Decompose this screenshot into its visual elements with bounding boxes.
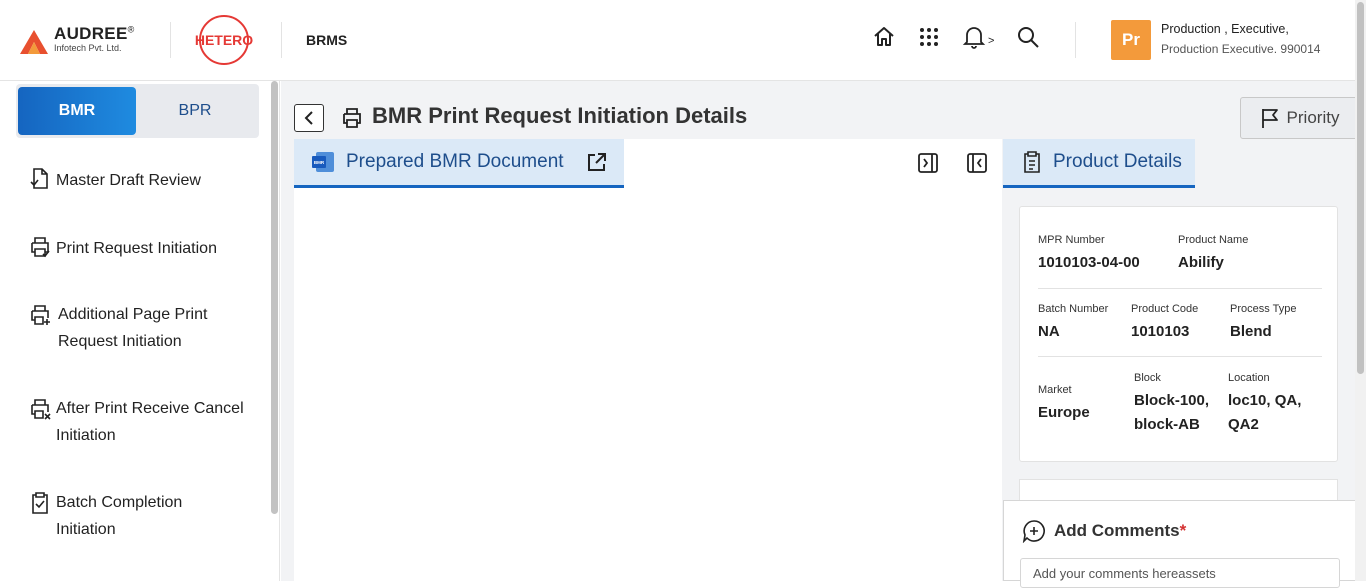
sidebar-item-label: Master Draft Review bbox=[56, 172, 201, 189]
comments-input[interactable] bbox=[1020, 558, 1340, 588]
mpr-number-value: 1010103-04-00 bbox=[1038, 254, 1140, 271]
batch-number-value: NA bbox=[1038, 323, 1060, 340]
company-name: AUDREE bbox=[54, 24, 128, 43]
product-name-label: Product Name bbox=[1178, 234, 1249, 246]
field-divider bbox=[1038, 288, 1322, 289]
location-value-line: loc10, QA, bbox=[1228, 392, 1302, 409]
chevron-left-icon bbox=[304, 111, 313, 125]
hetero-logo-mark-icon: HETERO bbox=[195, 15, 253, 65]
user-avatar[interactable]: Pr bbox=[1111, 20, 1151, 60]
company-subtitle: Infotech Pvt. Ltd. bbox=[54, 43, 122, 53]
notification-arrow: > bbox=[988, 35, 995, 47]
header-divider bbox=[170, 22, 171, 58]
word-file-label: BMR bbox=[314, 160, 325, 165]
back-button[interactable] bbox=[294, 104, 324, 132]
user-role: Production Executive. 990014 bbox=[1161, 42, 1321, 56]
market-value: Europe bbox=[1038, 404, 1090, 421]
page-title: BMR Print Request Initiation Details bbox=[372, 103, 748, 128]
document-check-icon bbox=[30, 168, 48, 189]
product-details-card: MPR Number 1010103-04-00 Product Name Ab… bbox=[1019, 206, 1338, 462]
sidebar-item-label: Initiation bbox=[56, 427, 116, 444]
sidebar-scrollbar[interactable] bbox=[271, 81, 278, 514]
market-label: Market bbox=[1038, 384, 1072, 396]
sidebar-item-master-draft-review[interactable]: Master Draft Review bbox=[28, 167, 201, 194]
product-name-value: Abilify bbox=[1178, 254, 1224, 271]
segment-bmr[interactable]: BMR bbox=[18, 87, 136, 135]
sidebar-item-additional-page-print[interactable]: Additional Page Print Request Initiation bbox=[28, 301, 207, 355]
header-divider bbox=[1075, 22, 1076, 58]
location-value: loc10, QA, QA2 bbox=[1228, 389, 1301, 437]
sidebar-item-label: Additional Page Print bbox=[58, 306, 208, 323]
apps-grid-icon[interactable] bbox=[916, 24, 942, 50]
product-code-label: Product Code bbox=[1131, 303, 1199, 315]
printer-check-icon bbox=[31, 237, 50, 258]
location-value-line: QA2 bbox=[1228, 416, 1259, 433]
process-type-value: Blend bbox=[1230, 323, 1272, 340]
sidebar-item-label: Batch Completion bbox=[56, 494, 183, 511]
collapse-left-icon[interactable] bbox=[966, 152, 988, 174]
sidebar-item-label: Initiation bbox=[56, 521, 116, 538]
clipboard-list-icon bbox=[1024, 151, 1040, 173]
batch-number-label: Batch Number bbox=[1038, 303, 1109, 315]
clipboard-check-icon bbox=[32, 492, 48, 514]
sidebar-item-label: Request Initiation bbox=[58, 333, 182, 350]
segment-bpr[interactable]: BPR bbox=[136, 87, 254, 135]
priority-label: Priority bbox=[1286, 108, 1340, 127]
process-type-label: Process Type bbox=[1230, 303, 1297, 315]
home-icon[interactable] bbox=[871, 24, 897, 50]
block-value-line: Block-100, bbox=[1134, 392, 1210, 409]
printer-plus-icon bbox=[31, 305, 50, 325]
block-value: Block-100, block-AB bbox=[1134, 389, 1209, 437]
main-content: BMR Print Request Initiation Details Pri… bbox=[281, 81, 1366, 588]
block-label: Block bbox=[1134, 372, 1161, 384]
hetero-logo: HETERO bbox=[192, 14, 256, 66]
printer-icon bbox=[343, 108, 361, 128]
hetero-logo-text: HETERO bbox=[195, 32, 253, 48]
document-tab-label: Prepared BMR Document bbox=[346, 151, 564, 172]
sidebar-item-after-print-receive-cancel[interactable]: After Print Receive Cancel Initiation bbox=[28, 395, 244, 449]
sidebar: BMR BPR Master Draft Review Print Reques… bbox=[0, 81, 280, 581]
search-icon[interactable] bbox=[1015, 24, 1041, 50]
location-label: Location bbox=[1228, 372, 1270, 384]
field-divider bbox=[1038, 356, 1322, 357]
user-name: Production , Executive, bbox=[1161, 22, 1289, 36]
tab-product-details[interactable]: Product Details bbox=[1003, 139, 1195, 188]
page-scrollbar[interactable] bbox=[1355, 0, 1366, 581]
header-divider bbox=[281, 22, 282, 58]
sidebar-item-batch-completion[interactable]: Batch Completion Initiation bbox=[28, 489, 182, 543]
audree-logo-mark-icon bbox=[20, 30, 48, 54]
document-viewer[interactable] bbox=[297, 188, 1002, 581]
page-scrollbar-thumb[interactable] bbox=[1357, 2, 1364, 374]
sidebar-item-label: Print Request Initiation bbox=[56, 240, 217, 257]
flag-icon bbox=[1261, 109, 1278, 128]
block-value-line: block-AB bbox=[1134, 416, 1200, 433]
bmr-bpr-toggle: BMR BPR bbox=[16, 84, 259, 138]
top-header: AUDREE® Infotech Pvt. Ltd. HETERO BRMS >… bbox=[0, 0, 1366, 81]
sidebar-item-print-request-initiation[interactable]: Print Request Initiation bbox=[28, 235, 217, 262]
printer-x-icon bbox=[31, 399, 51, 420]
comment-add-icon bbox=[1022, 520, 1045, 543]
collapse-right-icon[interactable] bbox=[917, 152, 939, 174]
add-comments-title: Add Comments bbox=[1054, 521, 1180, 540]
required-asterisk: * bbox=[1179, 521, 1187, 540]
audree-logo: AUDREE® Infotech Pvt. Ltd. bbox=[20, 24, 150, 58]
registered-mark: ® bbox=[127, 24, 135, 35]
tab-prepared-bmr-document[interactable]: BMR Prepared BMR Document bbox=[294, 139, 624, 188]
product-tab-label: Product Details bbox=[1053, 151, 1182, 172]
sidebar-item-label: After Print Receive Cancel bbox=[56, 400, 244, 417]
app-name: BRMS bbox=[306, 32, 348, 48]
mpr-number-label: MPR Number bbox=[1038, 234, 1105, 246]
notification-button[interactable]: > bbox=[962, 24, 998, 52]
priority-button[interactable]: Priority bbox=[1240, 97, 1358, 139]
bell-icon bbox=[962, 27, 986, 49]
open-external-icon[interactable] bbox=[586, 151, 608, 173]
word-document-icon: BMR bbox=[312, 152, 334, 172]
product-code-value: 1010103 bbox=[1131, 323, 1190, 340]
document-panel: BMR Prepared BMR Document bbox=[294, 139, 1002, 581]
add-comments-section: Add Comments * bbox=[1003, 500, 1358, 588]
